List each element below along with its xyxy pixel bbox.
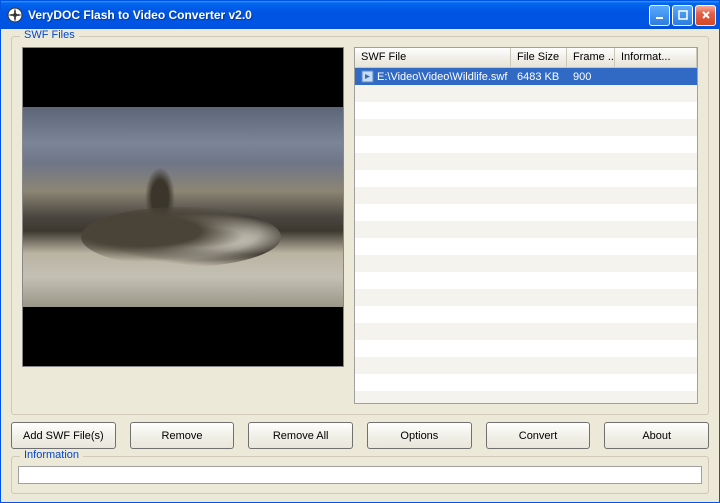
swf-file-list[interactable]: SWF File File Size Frame ... Informat... [354,47,698,404]
col-header-info[interactable]: Informat... [615,48,697,67]
about-button[interactable]: About [604,422,709,449]
minimize-button[interactable] [649,5,670,26]
app-window: VeryDOC Flash to Video Converter v2.0 SW… [0,0,720,503]
remove-all-button[interactable]: Remove All [248,422,353,449]
cell-file: E:\Video\Video\Wildlife.swf [355,69,511,84]
swf-files-group: SWF Files SWF File File Size Frame ... I… [11,36,709,415]
information-group: Information [11,456,709,494]
add-swf-button[interactable]: Add SWF File(s) [11,422,116,449]
cell-size: 6483 KB [511,70,567,84]
cell-info [615,76,697,78]
col-header-file[interactable]: SWF File [355,48,511,67]
remove-button[interactable]: Remove [130,422,235,449]
app-icon [7,7,23,23]
content-area: SWF Files SWF File File Size Frame ... I… [1,29,719,502]
table-row[interactable]: E:\Video\Video\Wildlife.swf 6483 KB 900 [355,68,697,85]
cell-frame: 900 [567,70,615,84]
button-row: Add SWF File(s) Remove Remove All Option… [11,422,709,449]
convert-button[interactable]: Convert [486,422,591,449]
table-body[interactable]: E:\Video\Video\Wildlife.swf 6483 KB 900 [355,68,697,403]
close-button[interactable] [695,5,716,26]
maximize-button[interactable] [672,5,693,26]
cell-file-text: E:\Video\Video\Wildlife.swf [377,71,507,83]
preview-pane [22,47,344,367]
swf-file-icon [361,70,374,83]
swf-group-legend: SWF Files [20,29,79,41]
options-button[interactable]: Options [367,422,472,449]
titlebar[interactable]: VeryDOC Flash to Video Converter v2.0 [1,1,719,29]
col-header-size[interactable]: File Size [511,48,567,67]
info-group-legend: Information [20,449,83,461]
status-field [18,466,702,484]
window-controls [649,5,716,26]
col-header-frame[interactable]: Frame ... [567,48,615,67]
window-title: VeryDOC Flash to Video Converter v2.0 [28,8,649,22]
table-header: SWF File File Size Frame ... Informat... [355,48,697,68]
preview-frame [23,107,343,307]
